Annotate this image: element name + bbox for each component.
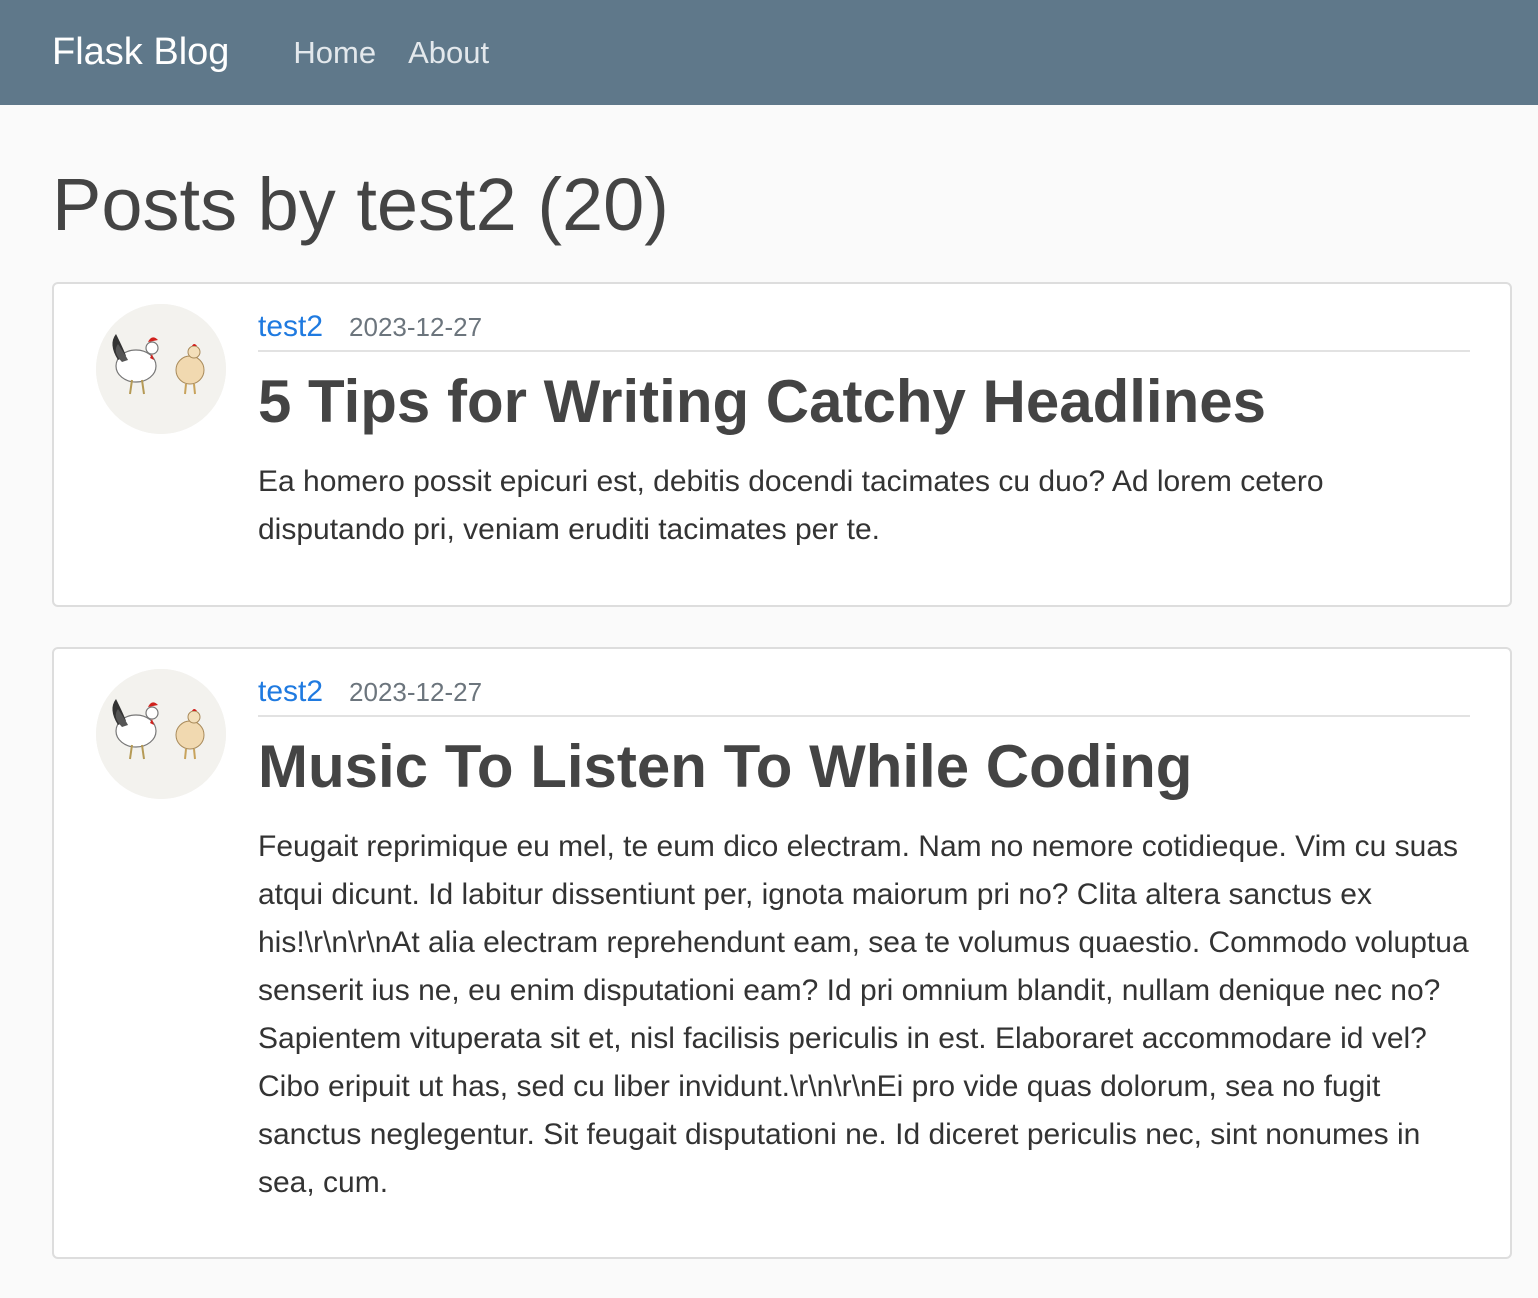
post-meta: test2 2023-12-27 <box>258 675 1470 717</box>
rooster-hen-icon <box>96 304 226 434</box>
avatar <box>96 669 226 799</box>
avatar <box>96 304 226 434</box>
post-title-link[interactable]: Music To Listen To While Coding <box>258 731 1470 803</box>
post-card: test2 2023-12-27 Music To Listen To Whil… <box>52 647 1512 1259</box>
post-date: 2023-12-27 <box>349 312 483 342</box>
post-body: test2 2023-12-27 5 Tips for Writing Catc… <box>258 310 1470 554</box>
post-meta: test2 2023-12-27 <box>258 310 1470 352</box>
post-content: Feugait reprimique eu mel, te eum dico e… <box>258 830 1469 1199</box>
brand-link[interactable]: Flask Blog <box>52 31 229 74</box>
post-date: 2023-12-27 <box>349 677 483 707</box>
post-body: test2 2023-12-27 Music To Listen To Whil… <box>258 675 1470 1207</box>
post-card: test2 2023-12-27 5 Tips for Writing Catc… <box>52 282 1512 607</box>
nav-link-home[interactable]: Home <box>293 35 376 71</box>
author-link[interactable]: test2 <box>258 675 323 709</box>
rooster-hen-icon <box>96 669 226 799</box>
nav-link-about[interactable]: About <box>408 35 489 71</box>
author-link[interactable]: test2 <box>258 310 323 344</box>
page-title: Posts by test2 (20) <box>52 163 669 246</box>
post-content: Ea homero possit epicuri est, debitis do… <box>258 465 1324 546</box>
top-navbar: Flask Blog Home About <box>0 0 1538 105</box>
post-title-link[interactable]: 5 Tips for Writing Catchy Headlines <box>258 366 1470 438</box>
